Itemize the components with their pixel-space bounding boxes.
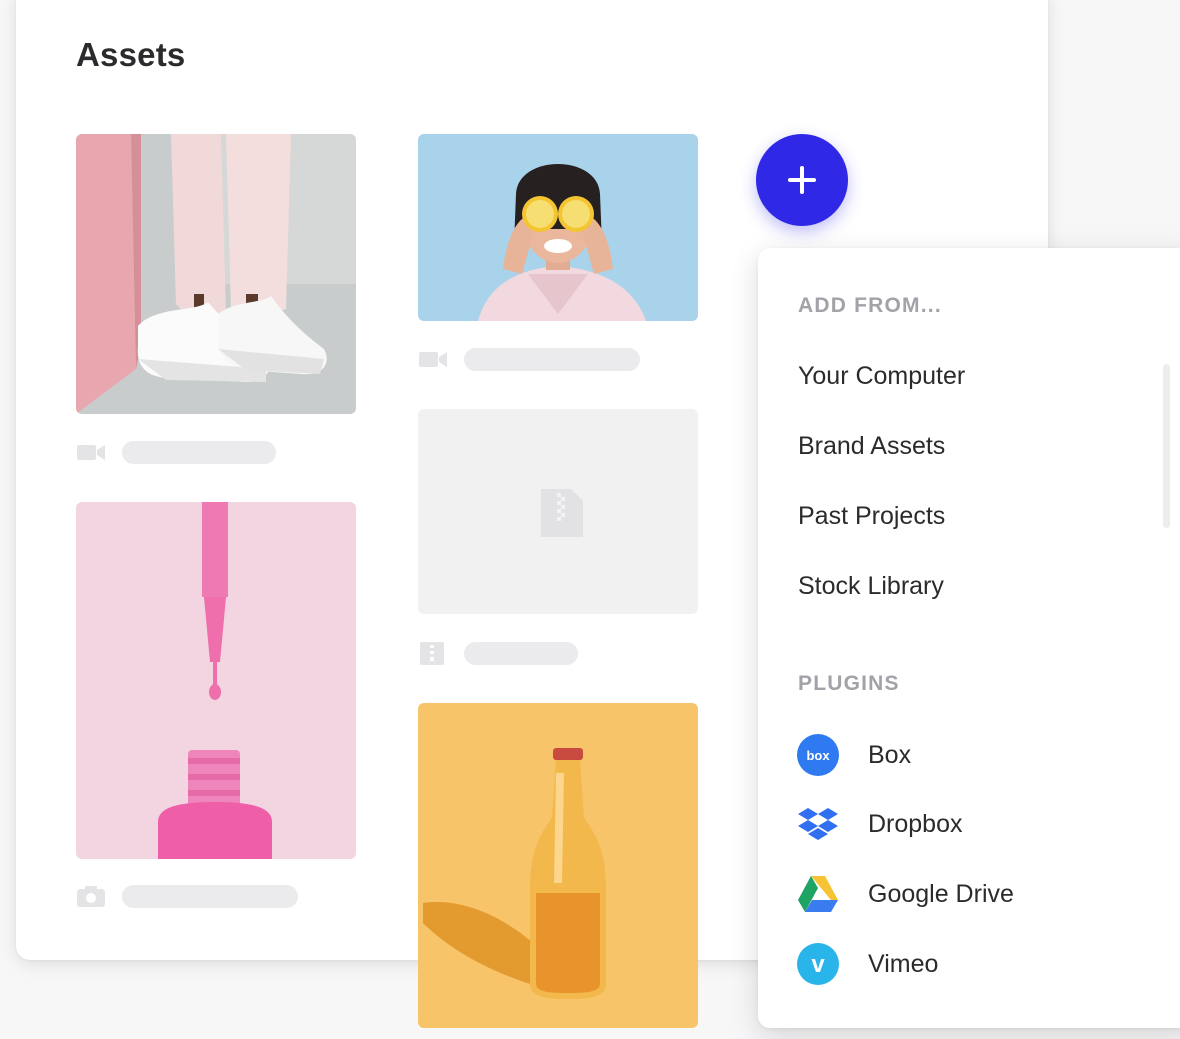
add-asset-button[interactable] — [756, 134, 848, 226]
zip-file-icon — [418, 641, 448, 665]
zip-file-icon — [531, 485, 587, 541]
svg-text:box: box — [806, 748, 830, 763]
plugin-item-box[interactable]: box Box — [796, 732, 911, 778]
menu-item-your-computer[interactable]: Your Computer — [798, 362, 965, 391]
camera-icon — [76, 884, 106, 908]
asset-thumbnail-bottle[interactable] — [418, 703, 698, 1028]
asset-thumbnail-archive[interactable] — [418, 409, 698, 614]
menu-item-past-projects[interactable]: Past Projects — [798, 502, 945, 531]
add-from-section-label: ADD FROM... — [798, 294, 942, 317]
plugin-label: Box — [868, 740, 912, 769]
plugin-label: Vimeo — [868, 949, 939, 978]
vimeo-icon: v — [796, 942, 840, 986]
menu-item-brand-assets[interactable]: Brand Assets — [798, 432, 945, 461]
asset-title-placeholder — [122, 441, 276, 464]
plugin-label: Google Drive — [868, 879, 1014, 908]
asset-title-placeholder — [464, 348, 640, 371]
asset-title-placeholder — [464, 642, 578, 665]
menu-item-stock-library[interactable]: Stock Library — [798, 572, 944, 601]
dropdown-scrollbar[interactable] — [1163, 364, 1170, 528]
asset-title-placeholder — [122, 885, 298, 908]
bottle-image — [418, 703, 698, 1028]
asset-meta-lemons — [418, 347, 640, 371]
video-camera-icon — [418, 347, 448, 371]
dropbox-icon — [796, 802, 840, 846]
video-camera-icon — [76, 440, 106, 464]
asset-thumbnail-lemons[interactable] — [418, 134, 698, 321]
plugins-section-label: PLUGINS — [798, 672, 900, 695]
plugin-item-dropbox[interactable]: Dropbox — [796, 801, 963, 847]
plugin-item-google-drive[interactable]: Google Drive — [796, 871, 1014, 917]
asset-meta-nail-polish — [76, 884, 298, 908]
box-icon: box — [796, 733, 840, 777]
google-drive-icon — [796, 872, 840, 916]
nail-polish-image — [76, 502, 356, 859]
page-title: Assets — [76, 36, 186, 73]
lemons-image — [418, 134, 698, 321]
plus-icon — [788, 166, 816, 194]
plugin-item-vimeo[interactable]: v Vimeo — [796, 941, 938, 987]
asset-thumbnail-nail-polish[interactable] — [76, 502, 356, 859]
asset-meta-archive — [418, 641, 578, 665]
asset-thumbnail-sneakers[interactable] — [76, 134, 356, 414]
svg-text:v: v — [811, 951, 825, 978]
asset-meta-sneakers — [76, 440, 276, 464]
add-from-dropdown: ADD FROM... Your Computer Brand Assets P… — [758, 248, 1180, 1028]
sneakers-image — [76, 134, 356, 414]
plugin-label: Dropbox — [868, 809, 963, 838]
